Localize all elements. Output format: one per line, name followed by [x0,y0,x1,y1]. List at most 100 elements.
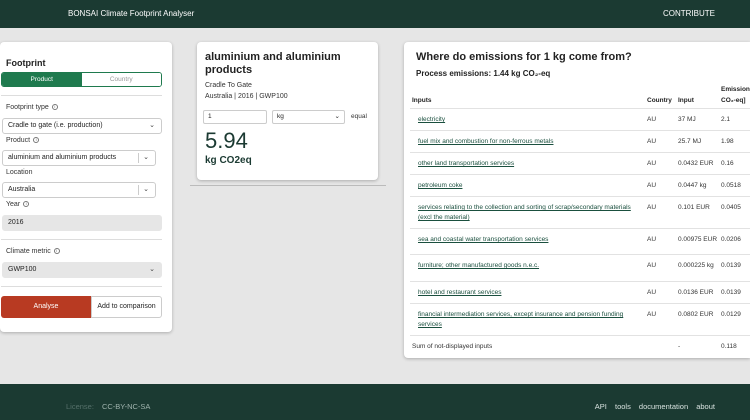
row-emission: 0.0405 [721,204,741,211]
license-value[interactable]: CC-BY-NC-SA [102,402,150,411]
row-country: AU [647,311,657,318]
summary-row: Sum of not-displayed inputs - 0.118 [410,335,750,358]
table-row: sea and coastal water transportation ser… [410,228,750,254]
row-emission: 2.1 [721,116,731,123]
table-row: fuel mix and combustion for non-ferrous … [410,130,750,152]
add-to-comparison-button[interactable]: Add to comparison [91,296,162,318]
panel-title: Footprint [6,58,46,68]
footer-link-about[interactable]: about [696,402,715,411]
product-label: Product i [6,137,40,144]
footer: License: CC-BY-NC-SA API tools documentat… [0,384,750,420]
footer-link-api[interactable]: API [595,402,607,411]
year-input[interactable]: 2016 [2,215,162,231]
footprint-type-select[interactable]: Cradle to gate (i.e. production) ⌄ [2,118,162,134]
chevron-down-icon: ⌄ [149,122,155,129]
row-country: AU [647,289,657,296]
top-bar: BONSAI Climate Footprint Analyser CONTRI… [0,0,750,28]
app-title[interactable]: BONSAI Climate Footprint Analyser [68,9,194,18]
amount-input[interactable]: 1 [203,110,267,124]
climate-metric-label: Climate metric i [6,248,60,255]
summary-label: Sum of not-displayed inputs [412,343,493,350]
row-amount: 25.7 MJ [678,138,702,145]
result-card: aluminium and aluminium products Cradle … [197,42,378,180]
footprint-value: 5.94 [205,128,248,153]
divider [1,95,162,96]
climate-metric-value: GWP100 [8,266,37,273]
row-emission: 0.0129 [721,311,741,318]
info-icon[interactable]: i [23,201,30,208]
input-link[interactable]: fuel mix and combustion for non-ferrous … [418,137,634,147]
year-value: 2016 [8,219,24,226]
chevron-down-icon: ⌄ [143,186,149,193]
chevron-down-icon: ⌄ [149,266,155,273]
input-link[interactable]: financial intermediation services, excep… [418,310,634,330]
info-icon[interactable]: i [53,248,60,255]
input-link[interactable]: hotel and restaurant services [418,288,634,298]
input-link[interactable]: other land transportation services [418,159,634,169]
breakdown-title: Where do emissions for 1 kg come from? [416,51,632,63]
analyse-button[interactable]: Analyse [1,296,91,318]
contribute-link[interactable]: CONTRIBUTE [663,9,715,18]
input-link[interactable]: sea and coastal water transportation ser… [418,235,634,245]
input-link[interactable]: furniture; other manufactured goods n.e.… [418,261,634,271]
info-icon[interactable]: i [51,104,58,111]
location-label: Location [6,169,33,176]
summary-emission: 0.118 [721,343,737,350]
chevron-down-icon: ⌄ [143,154,149,161]
info-icon[interactable]: i [33,137,40,144]
row-amount: 0.0802 EUR [678,311,714,318]
equal-label: equal [351,113,367,120]
table-row: petroleum coke AU 0.0447 kg 0.0518 [410,174,750,196]
row-country: AU [647,182,657,189]
table-row: services relating to the collection and … [410,196,750,228]
unit-select[interactable]: kg ⌄ [272,110,345,124]
col-inputs: Inputs [412,97,432,104]
license: License: CC-BY-NC-SA [66,402,150,411]
footprint-panel: Footprint Product Country Footprint type… [0,42,172,332]
footer-link-documentation[interactable]: documentation [639,402,688,411]
scope-text: Cradle To Gate [205,82,252,89]
row-amount: 0.101 EUR [678,204,710,211]
input-link[interactable]: electricity [418,115,634,125]
location-value: Australia [8,186,36,193]
table-row: other land transportation services AU 0.… [410,152,750,174]
location-select[interactable]: Australia ⌄ [2,182,156,198]
table-row: electricity AU 37 MJ 2.1 [410,108,750,130]
row-country: AU [647,236,657,243]
separator [138,153,139,163]
row-emission: 0.0139 [721,262,741,269]
unit-value: kg [277,113,284,120]
col-emission: Emission [721,86,750,93]
product-title: aluminium and aluminium products [205,51,341,76]
row-amount: 0.0136 EUR [678,289,714,296]
input-link[interactable]: services relating to the collection and … [418,203,634,223]
emissions-breakdown-panel: Where do emissions for 1 kg come from? P… [404,42,750,358]
input-link[interactable]: petroleum coke [418,181,634,191]
col-country: Country [647,97,672,104]
table-row: hotel and restaurant services AU 0.0136 … [410,281,750,303]
divider [1,286,162,287]
toggle-country[interactable]: Country [81,73,161,86]
footprint-unit: kg CO2eq [205,155,252,166]
year-label: Year i [6,201,30,208]
col-input: Input [678,97,694,104]
separator [138,185,139,195]
table-row: furniture; other manufactured goods n.e.… [410,254,750,281]
row-country: AU [647,160,657,167]
chevron-down-icon: ⌄ [334,113,340,120]
footprint-type-label: Footprint type i [6,104,58,111]
row-amount: 0.0447 kg [678,182,707,189]
row-country: AU [647,138,657,145]
toggle-product[interactable]: Product [2,73,82,86]
divider [190,185,386,186]
row-country: AU [647,204,657,211]
row-emission: 0.0518 [721,182,741,189]
product-select[interactable]: aluminium and aluminium products ⌄ [2,150,156,166]
row-emission: 0.0139 [721,289,741,296]
footer-link-tools[interactable]: tools [615,402,631,411]
product-country-toggle: Product Country [1,72,162,87]
product-value: aluminium and aluminium products [8,154,117,161]
table-row: financial intermediation services, excep… [410,303,750,335]
climate-metric-select[interactable]: GWP100 ⌄ [2,262,162,278]
row-emission: 0.0206 [721,236,741,243]
